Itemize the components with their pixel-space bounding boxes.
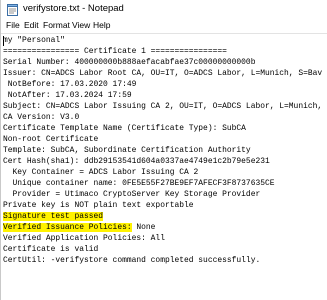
menu-help[interactable]: Help <box>93 20 110 30</box>
menu-edit[interactable]: Edit <box>24 20 39 30</box>
editor-line[interactable]: NotBefore: 17.03.2020 17:49 <box>3 79 137 90</box>
editor-line[interactable]: Non-root Certificate <box>3 134 98 145</box>
editor-line[interactable]: Unique container name: 0FE5E55F27BE9EF7A… <box>3 178 275 189</box>
editor-line-highlighted[interactable]: Verified Issuance Policies: None <box>3 222 155 233</box>
menu-file[interactable]: File <box>6 20 20 30</box>
editor-line[interactable]: CertUtil: -verifystore command completed… <box>3 255 260 266</box>
editor-line[interactable]: ================ Certificate 1 =========… <box>3 46 227 57</box>
editor-line[interactable]: Template: SubCA, Subordinate Certificati… <box>3 145 251 156</box>
editor-line[interactable]: Issuer: CN=ADCS Labor Root CA, OU=IT, O=… <box>3 68 322 79</box>
editor-line[interactable]: Certificate Template Name (Certificate T… <box>3 123 246 134</box>
editor-line[interactable]: Serial Number: 400000000b888aefacabfae37… <box>3 57 255 68</box>
editor-line[interactable]: my "Personal" <box>3 35 65 46</box>
editor-line[interactable]: Private key is NOT plain text exportable <box>3 200 194 211</box>
text-editor[interactable]: my "Personal" ================ Certifica… <box>1 34 327 300</box>
editor-line[interactable]: Provider = Utimaco CryptoServer Key Stor… <box>3 189 261 200</box>
line-text: None <box>131 223 156 232</box>
highlighted-text: Signature test passed <box>3 212 104 221</box>
notepad-window: verifystore.txt - Notepad File Edit Form… <box>0 0 327 300</box>
editor-line[interactable]: Verified Application Policies: All <box>3 233 165 244</box>
editor-line[interactable]: Key Container = ADCS Labor Issuing CA 2 <box>3 167 199 178</box>
window-title: verifystore.txt - Notepad <box>23 3 124 14</box>
editor-line[interactable]: CA Version: V3.0 <box>3 112 79 123</box>
menu-bar: File Edit Format View Help <box>1 19 327 33</box>
title-bar[interactable]: verifystore.txt - Notepad <box>1 0 327 19</box>
editor-line[interactable]: Cert Hash(sha1): ddb29153541d604a0337ae4… <box>3 156 270 167</box>
menu-view[interactable]: View <box>72 20 90 30</box>
menu-format[interactable]: Format <box>43 20 70 30</box>
editor-line[interactable]: Certificate is valid <box>3 244 98 255</box>
notepad-icon <box>7 4 18 16</box>
editor-line[interactable]: NotAfter: 17.03.2024 17:59 <box>3 90 132 101</box>
editor-line-highlighted[interactable]: Signature test passed <box>3 211 104 222</box>
editor-line[interactable]: Subject: CN=ADCS Labor Issuing CA 2, OU=… <box>3 101 322 112</box>
highlighted-text: Verified Issuance Policies: <box>3 223 132 232</box>
